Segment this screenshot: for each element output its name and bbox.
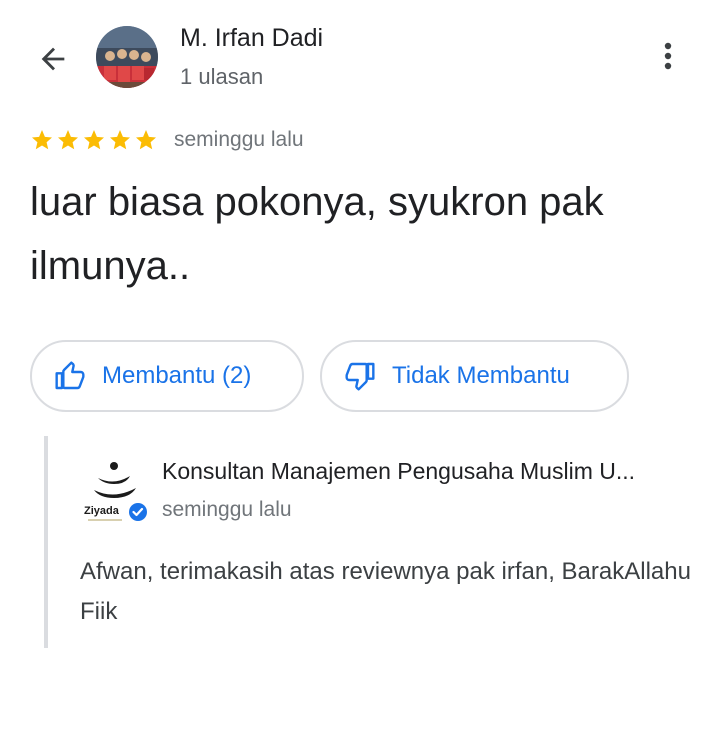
avatar-photo [96,26,158,88]
reply-indent-bar [44,436,48,648]
more-vert-icon [664,42,672,70]
star-icon [58,130,78,150]
rating-row: seminggu lalu [30,128,304,152]
star-icon [84,130,104,150]
more-options-button[interactable] [650,36,686,76]
owner-logo[interactable]: Ziyada [80,456,150,526]
not-helpful-label: Tidak Membantu [392,362,570,389]
star-icon [136,130,156,150]
review-text: luar biasa pokonya, syukron pak ilmunya.… [30,180,604,288]
back-arrow-icon [41,47,65,71]
not-helpful-button[interactable]: Tidak Membantu [320,340,629,412]
helpful-button[interactable]: Membantu (2) [30,340,304,412]
reviewer-review-count: 1 ulasan [180,64,264,89]
review-time: seminggu lalu [174,128,304,151]
owner-logo-text: Ziyada [84,505,120,517]
owner-logo-graphic: Ziyada [80,456,150,526]
helpful-label: Membantu (2) [102,362,252,389]
owner-name[interactable]: Konsultan Manajemen Pengusaha Muslim U..… [162,458,712,485]
owner-reply-text: Afwan, terimakasih atas reviewnya pak ir… [80,558,691,625]
reviewer-avatar[interactable] [96,26,158,88]
thumbs-down-icon [345,362,375,391]
reviewer-name[interactable]: M. Irfan Dadi [180,24,323,53]
star-rating [30,128,158,152]
star-icon [32,130,52,150]
back-button[interactable] [30,36,76,82]
owner-reply-time: seminggu lalu [162,498,292,521]
star-icon [110,130,130,150]
thumbs-up-icon [55,361,85,390]
